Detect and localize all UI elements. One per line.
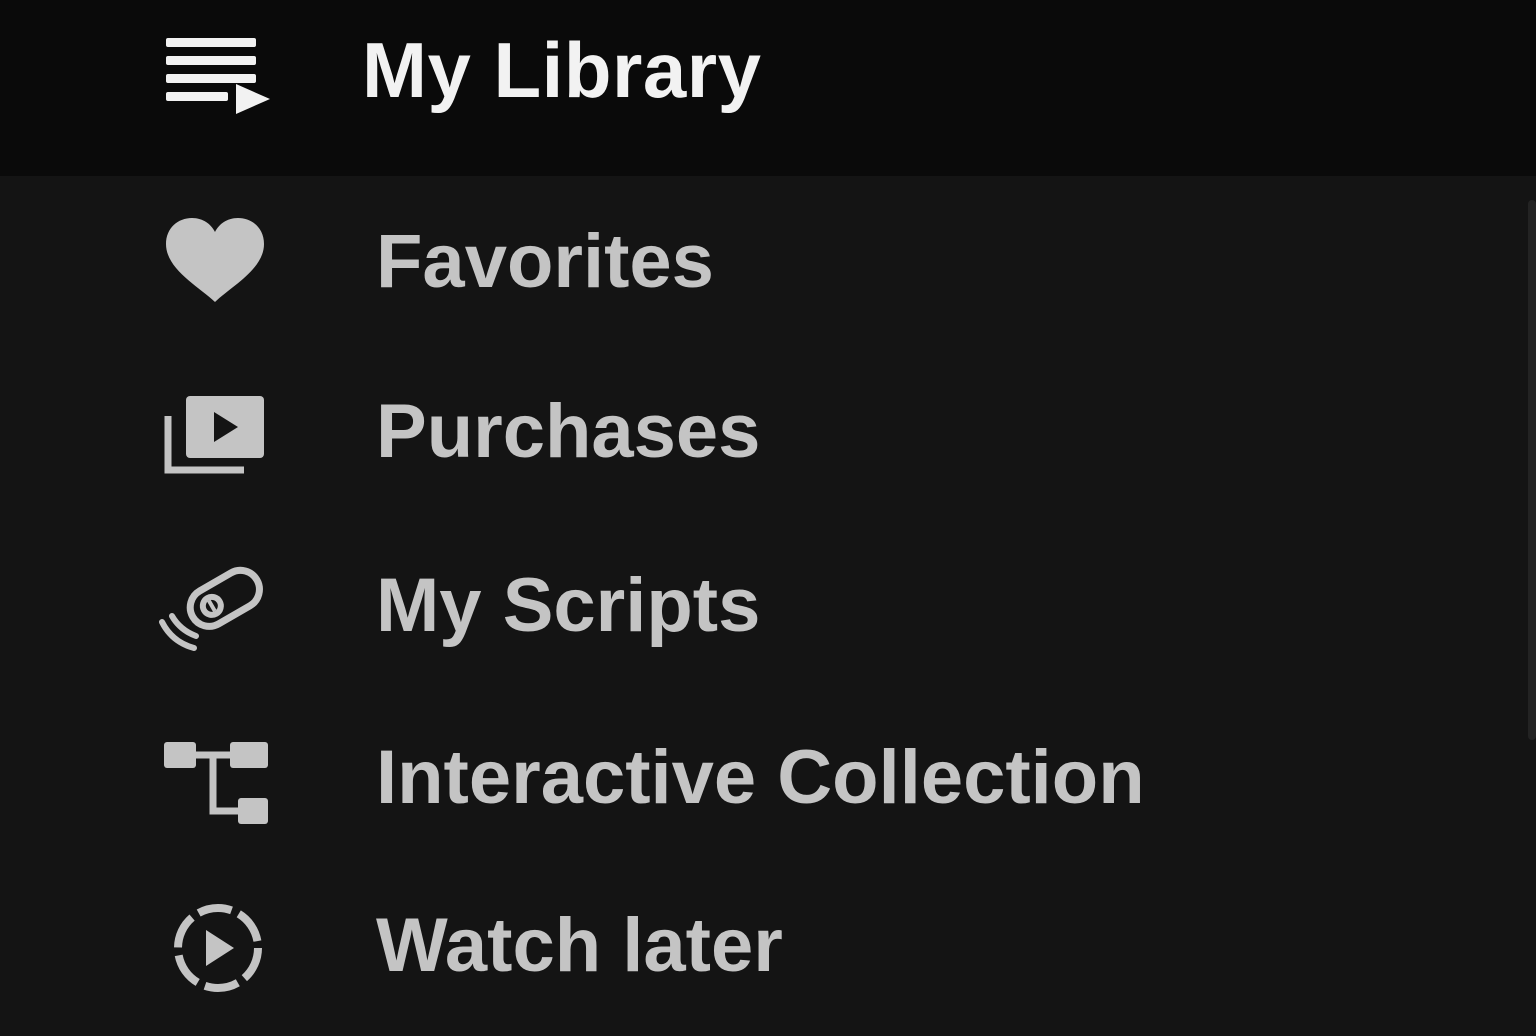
- playlist-play-icon: [160, 34, 276, 118]
- menu-item-purchases[interactable]: Purchases: [0, 348, 1528, 520]
- my-library-header[interactable]: My Library: [0, 0, 1536, 176]
- scrollbar[interactable]: [1528, 200, 1536, 740]
- menu-item-label: Purchases: [376, 389, 761, 474]
- menu-item-watch-later[interactable]: Watch later: [0, 864, 1528, 1036]
- menu-item-my-scripts[interactable]: My Scripts: [0, 520, 1528, 692]
- vibrating-device-icon: [158, 558, 274, 654]
- page-title: My Library: [362, 26, 762, 114]
- menu-item-label: Interactive Collection: [376, 735, 1145, 820]
- heart-icon: [158, 214, 274, 310]
- hierarchy-icon: [158, 736, 274, 832]
- menu-item-favorites[interactable]: Favorites: [0, 176, 1528, 348]
- menu-item-label: Favorites: [376, 219, 714, 304]
- library-menu: Favorites Purchases My Scripts Interacti…: [0, 176, 1536, 1024]
- video-library-icon: [158, 382, 274, 478]
- menu-item-label: My Scripts: [376, 563, 761, 648]
- menu-item-interactive-collection[interactable]: Interactive Collection: [0, 692, 1528, 864]
- menu-item-label: Watch later: [376, 903, 783, 988]
- watch-later-icon: [158, 902, 274, 998]
